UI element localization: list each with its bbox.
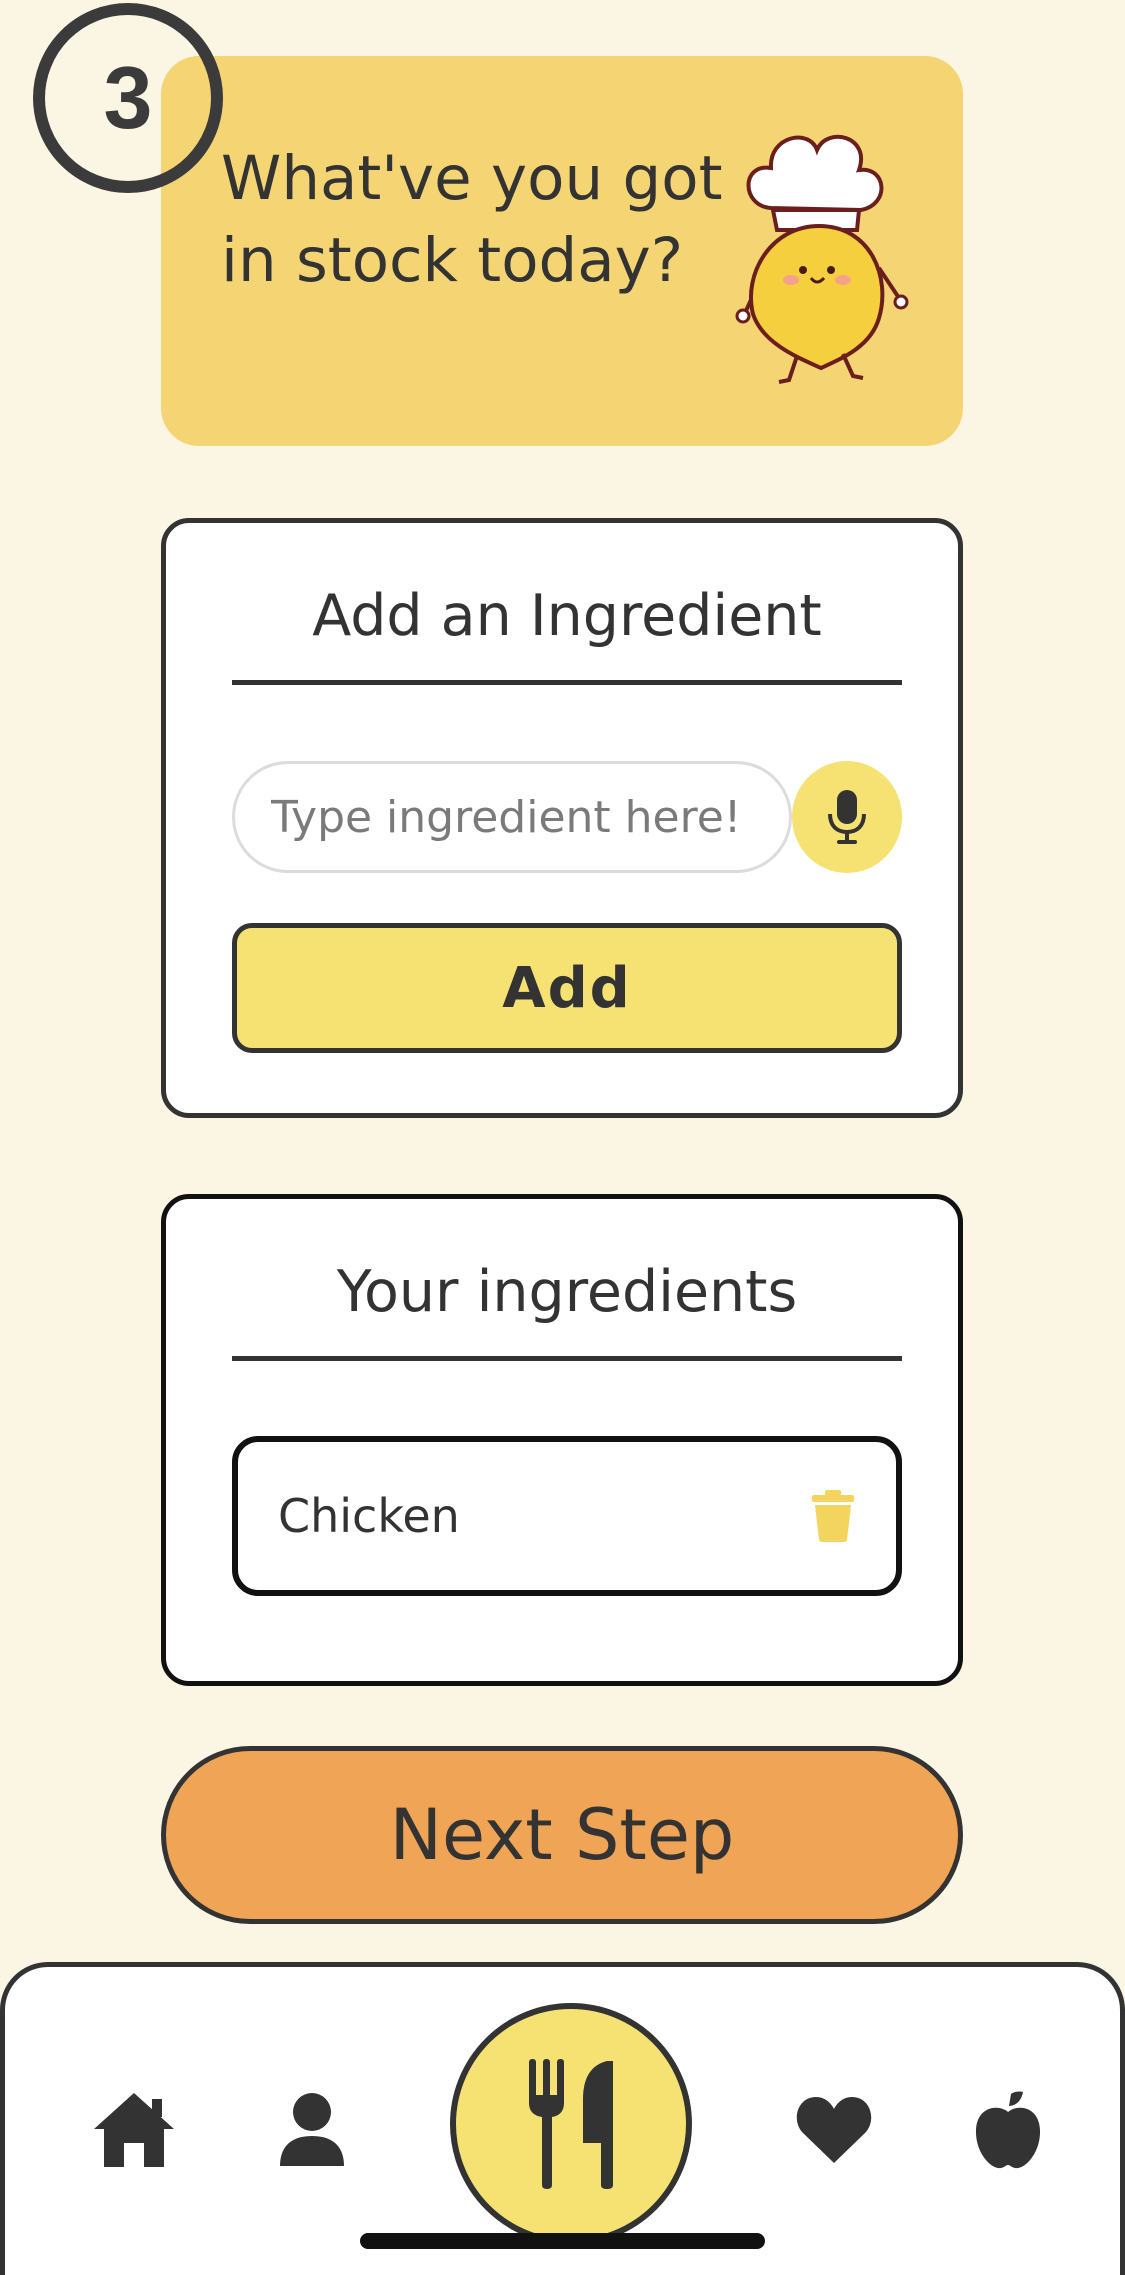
trash-icon[interactable] bbox=[810, 1490, 856, 1542]
screen: What've you got in stock today? 3 Add an… bbox=[0, 0, 1125, 2275]
header-card: What've you got in stock today? bbox=[161, 56, 963, 446]
add-ingredient-card: Add an Ingredient Add bbox=[161, 518, 963, 1118]
ingredient-input[interactable] bbox=[232, 761, 792, 873]
your-ingredients-title: Your ingredients bbox=[336, 1259, 798, 1325]
nav-favorites[interactable] bbox=[789, 2085, 879, 2175]
page-title: What've you got in stock today? bbox=[221, 138, 741, 302]
fork-knife-icon bbox=[529, 2059, 613, 2189]
voice-input-button[interactable] bbox=[792, 761, 902, 873]
divider bbox=[232, 680, 902, 685]
divider bbox=[232, 1356, 902, 1361]
add-button[interactable]: Add bbox=[232, 923, 902, 1053]
nav-recipes[interactable] bbox=[450, 2003, 692, 2245]
user-icon bbox=[280, 2093, 344, 2166]
microphone-icon bbox=[828, 790, 866, 844]
nav-nutrition[interactable] bbox=[963, 2085, 1053, 2175]
bottom-nav-bar bbox=[0, 1962, 1125, 2275]
ingredient-list-item: Chicken bbox=[232, 1436, 902, 1596]
apple-icon bbox=[975, 2091, 1041, 2169]
title-line-2: in stock today? bbox=[221, 225, 684, 296]
home-indicator bbox=[360, 2233, 765, 2249]
home-icon bbox=[94, 2093, 174, 2167]
nav-home[interactable] bbox=[89, 2085, 179, 2175]
next-step-button[interactable]: Next Step bbox=[161, 1746, 963, 1924]
title-line-1: What've you got bbox=[221, 143, 723, 214]
add-ingredient-title: Add an Ingredient bbox=[312, 583, 822, 649]
heart-icon bbox=[796, 2097, 872, 2163]
ingredient-name: Chicken bbox=[278, 1489, 460, 1543]
your-ingredients-card: Your ingredients Chicken bbox=[161, 1194, 963, 1686]
step-number-badge: 3 bbox=[33, 3, 223, 193]
nav-profile[interactable] bbox=[267, 2085, 357, 2175]
lemon-chef-mascot bbox=[735, 134, 909, 384]
